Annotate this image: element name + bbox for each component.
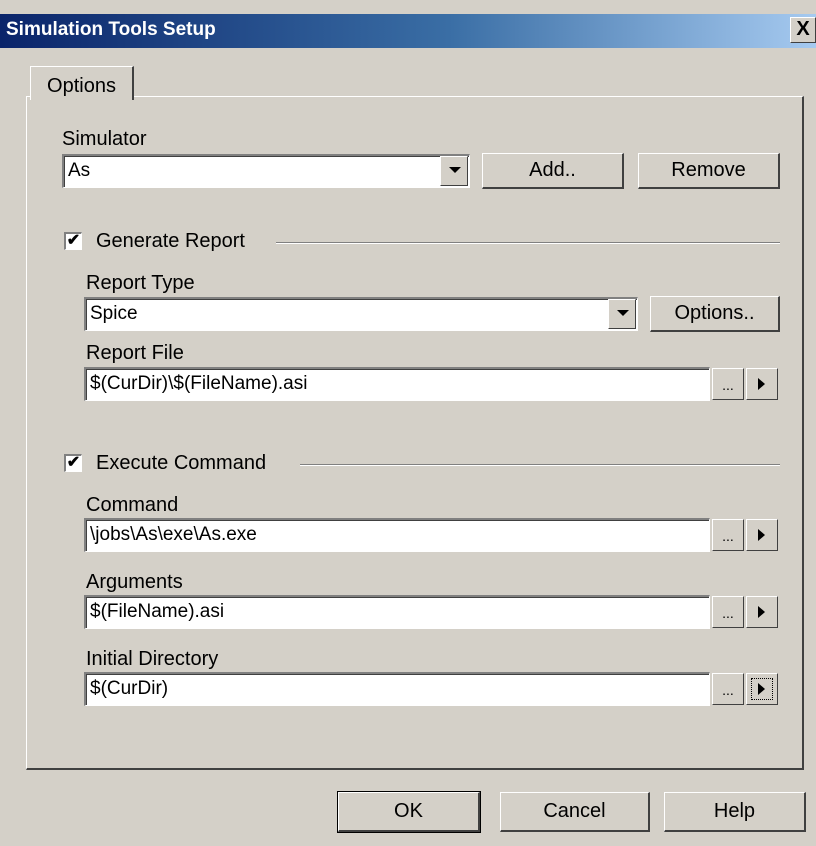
add-button[interactable]: Add..	[482, 153, 624, 189]
checkmark-icon: ✔	[66, 454, 81, 471]
ok-button[interactable]: OK	[337, 791, 481, 833]
simulator-dropdown-arrow-icon[interactable]	[440, 156, 468, 186]
report-options-button[interactable]: Options..	[650, 296, 780, 332]
report-type-label: Report Type	[86, 272, 195, 294]
ok-button-label: OK	[394, 800, 423, 822]
help-button[interactable]: Help	[664, 792, 806, 832]
cancel-button-label: Cancel	[543, 800, 606, 822]
report-file-macro-arrow-icon[interactable]	[746, 368, 778, 400]
help-button-label: Help	[713, 800, 756, 822]
browse-icon: ...	[722, 528, 734, 544]
remove-button-label: Remove	[671, 159, 746, 181]
command-value: \jobs\As\exe\As.exe	[90, 524, 257, 545]
focus-indicator	[751, 678, 773, 700]
report-file-input[interactable]: $(CurDir)\$(FileName).asi	[84, 367, 710, 401]
arguments-label: Arguments	[86, 571, 183, 593]
window-title: Simulation Tools Setup	[6, 19, 216, 40]
arguments-browse-button[interactable]: ...	[712, 596, 744, 628]
execute-command-divider	[300, 464, 780, 466]
command-label: Command	[86, 494, 179, 516]
arguments-input[interactable]: $(FileName).asi	[84, 595, 710, 629]
browse-icon: ...	[722, 605, 734, 621]
initial-directory-macro-arrow-icon[interactable]	[746, 673, 778, 705]
report-file-value: $(CurDir)\$(FileName).asi	[90, 373, 308, 394]
generate-report-checkbox[interactable]: ✔	[64, 232, 82, 250]
report-options-button-label: Options..	[674, 302, 755, 324]
browse-icon: ...	[722, 682, 734, 698]
simulation-tools-setup-dialog: Simulation Tools Setup X Options Simulat…	[0, 0, 816, 846]
simulator-select[interactable]: As	[62, 154, 470, 188]
execute-command-label: Execute Command	[96, 452, 267, 474]
execute-command-checkbox[interactable]: ✔	[64, 454, 82, 472]
title-bar: Simulation Tools Setup X	[0, 14, 816, 48]
command-input[interactable]: \jobs\As\exe\As.exe	[84, 518, 710, 552]
command-browse-button[interactable]: ...	[712, 519, 744, 551]
tab-label: Options	[47, 75, 116, 97]
cancel-button[interactable]: Cancel	[500, 792, 650, 832]
command-macro-arrow-icon[interactable]	[746, 519, 778, 551]
browse-icon: ...	[722, 377, 734, 393]
simulator-label: Simulator	[62, 128, 147, 150]
report-file-browse-button[interactable]: ...	[712, 368, 744, 400]
add-button-label: Add..	[529, 159, 576, 181]
close-icon: X	[796, 18, 810, 40]
initial-directory-value: $(CurDir)	[90, 678, 169, 699]
report-file-label: Report File	[86, 342, 184, 364]
report-type-select[interactable]: Spice	[84, 297, 638, 331]
checkmark-icon: ✔	[66, 232, 81, 249]
close-button[interactable]: X	[790, 17, 816, 43]
arguments-macro-arrow-icon[interactable]	[746, 596, 778, 628]
simulator-select-value: As	[68, 160, 91, 181]
report-type-dropdown-arrow-icon[interactable]	[608, 299, 636, 329]
generate-report-label: Generate Report	[96, 230, 245, 252]
initial-directory-label: Initial Directory	[86, 648, 219, 670]
initial-directory-input[interactable]: $(CurDir)	[84, 672, 710, 706]
tab-options[interactable]: Options	[30, 66, 134, 100]
generate-report-divider	[276, 242, 780, 244]
initial-directory-browse-button[interactable]: ...	[712, 673, 744, 705]
report-type-select-value: Spice	[90, 303, 138, 324]
arguments-value: $(FileName).asi	[90, 601, 225, 622]
remove-button[interactable]: Remove	[638, 153, 780, 189]
